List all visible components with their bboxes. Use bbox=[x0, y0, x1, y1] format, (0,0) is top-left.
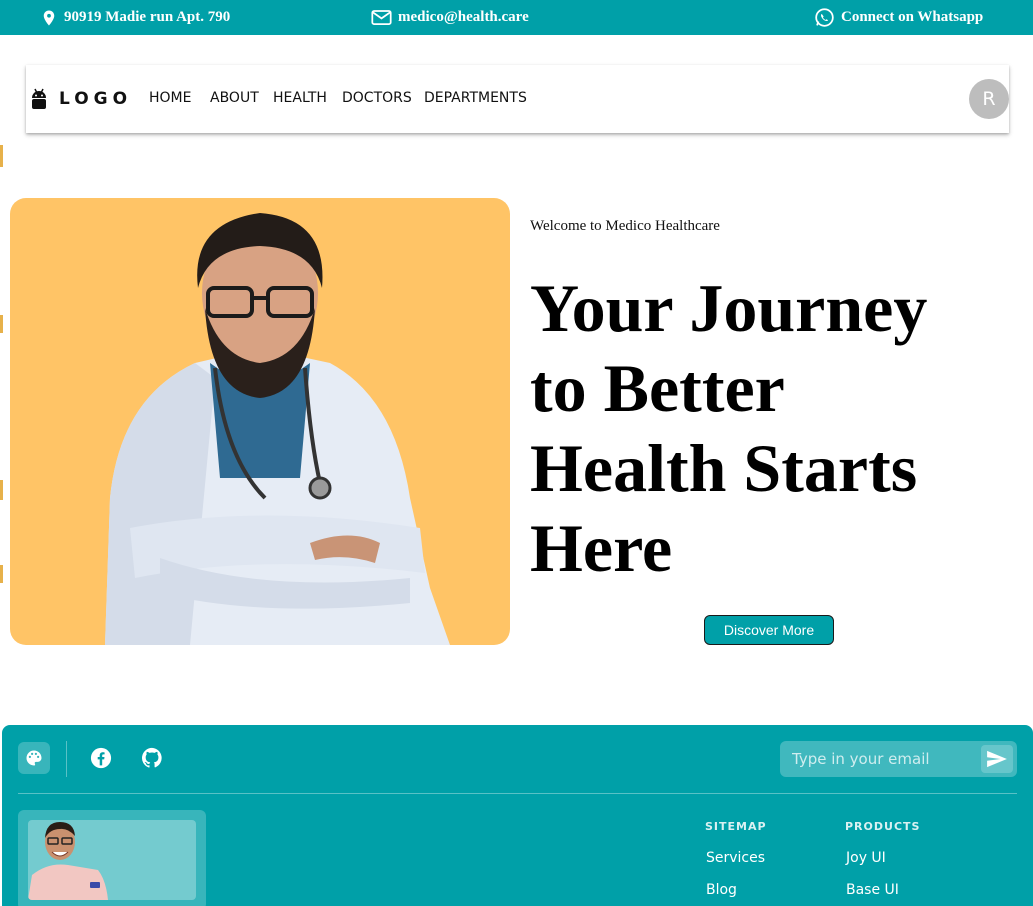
address-info: 90919 Madie run Apt. 790 bbox=[40, 0, 230, 35]
nav-about[interactable]: ABOUT bbox=[210, 90, 259, 106]
whatsapp-link[interactable]: Connect on Whatsapp bbox=[814, 0, 983, 35]
edge-strip bbox=[0, 315, 3, 333]
promo-illustration bbox=[28, 822, 108, 900]
footer-divider-horizontal bbox=[18, 793, 1017, 794]
footer-promo-card[interactable] bbox=[18, 810, 206, 906]
hero-welcome-text: Welcome to Medico Healthcare bbox=[530, 218, 720, 234]
footer-link-blog[interactable]: Blog bbox=[706, 882, 737, 898]
newsletter-form bbox=[780, 741, 1017, 777]
facebook-icon[interactable] bbox=[90, 747, 112, 769]
nav-home[interactable]: HOME bbox=[149, 90, 191, 106]
discover-more-button[interactable]: Discover More bbox=[704, 615, 834, 645]
whatsapp-text: Connect on Whatsapp bbox=[841, 9, 984, 25]
logo-text[interactable]: LOGO bbox=[59, 89, 132, 109]
doctor-illustration bbox=[105, 213, 450, 645]
address-text: 90919 Madie run Apt. 790 bbox=[64, 9, 231, 25]
footer: SITEMAP Services Blog PRODUCTS Joy UI Ba… bbox=[2, 725, 1033, 906]
hero-doctor-image bbox=[10, 198, 510, 645]
main-navbar: LOGO HOME ABOUT HEALTH DOCTORS DEPARTMEN… bbox=[26, 65, 1009, 133]
nav-health[interactable]: HEALTH bbox=[273, 90, 327, 106]
sitemap-title: SITEMAP bbox=[705, 820, 767, 833]
email-text: medico@health.care bbox=[398, 9, 529, 25]
theme-palette-button[interactable] bbox=[18, 742, 50, 774]
location-pin-icon bbox=[43, 10, 55, 25]
products-title: PRODUCTS bbox=[845, 820, 921, 833]
whatsapp-icon bbox=[815, 8, 834, 27]
footer-divider-vertical bbox=[66, 741, 67, 777]
android-logo-icon bbox=[32, 88, 46, 109]
github-icon[interactable] bbox=[141, 747, 163, 769]
newsletter-email-input[interactable] bbox=[780, 741, 978, 777]
edge-strip bbox=[0, 145, 3, 167]
top-contact-bar: 90919 Madie run Apt. 790 medico@health.c… bbox=[0, 0, 1033, 35]
palette-icon bbox=[26, 750, 42, 766]
send-icon bbox=[987, 750, 1007, 768]
email-info[interactable]: medico@health.care bbox=[371, 0, 529, 35]
footer-link-base-ui[interactable]: Base UI bbox=[846, 882, 899, 898]
nav-doctors[interactable]: DOCTORS bbox=[342, 90, 412, 106]
footer-link-joy-ui[interactable]: Joy UI bbox=[846, 850, 886, 866]
hero-headline: Your Journey to Better Health Starts Her… bbox=[530, 270, 928, 586]
user-avatar[interactable]: R bbox=[969, 79, 1009, 119]
edge-strip bbox=[0, 565, 3, 583]
footer-link-services[interactable]: Services bbox=[706, 850, 765, 866]
edge-strip bbox=[0, 480, 3, 500]
mail-icon bbox=[371, 10, 392, 25]
nav-departments[interactable]: DEPARTMENTS bbox=[424, 90, 527, 106]
promo-image bbox=[28, 820, 196, 900]
newsletter-send-button[interactable] bbox=[981, 745, 1013, 773]
